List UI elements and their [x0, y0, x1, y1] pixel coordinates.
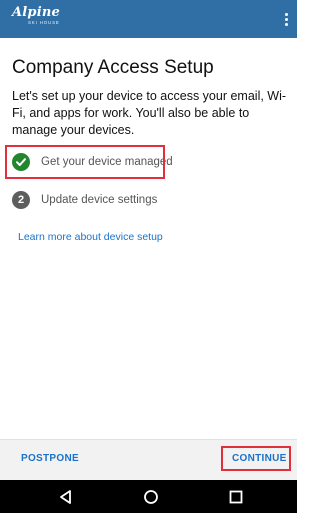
step-number-badge: 2: [12, 191, 30, 209]
company-logo: Alpine SKI HOUSE: [12, 6, 60, 26]
page-title: Company Access Setup: [12, 57, 214, 78]
postpone-button[interactable]: POSTPONE: [21, 453, 79, 464]
back-triangle-icon[interactable]: [57, 488, 75, 506]
more-vert-icon[interactable]: [281, 9, 291, 29]
highlight-box: [5, 145, 165, 179]
step-label: Update device settings: [41, 194, 158, 206]
system-nav-bar: [0, 480, 297, 513]
app-bar: Alpine SKI HOUSE: [0, 0, 297, 38]
highlight-box: [221, 446, 291, 471]
recents-square-icon[interactable]: [227, 488, 245, 506]
logo-subtext: SKI HOUSE: [28, 20, 60, 25]
step-update-device-settings: 2 Update device settings: [12, 189, 157, 211]
learn-more-link[interactable]: Learn more about device setup: [18, 231, 163, 243]
intro-text: Let's set up your device to access your …: [12, 89, 287, 137]
home-circle-icon[interactable]: [142, 488, 160, 506]
logo-text: Alpine: [12, 5, 60, 20]
